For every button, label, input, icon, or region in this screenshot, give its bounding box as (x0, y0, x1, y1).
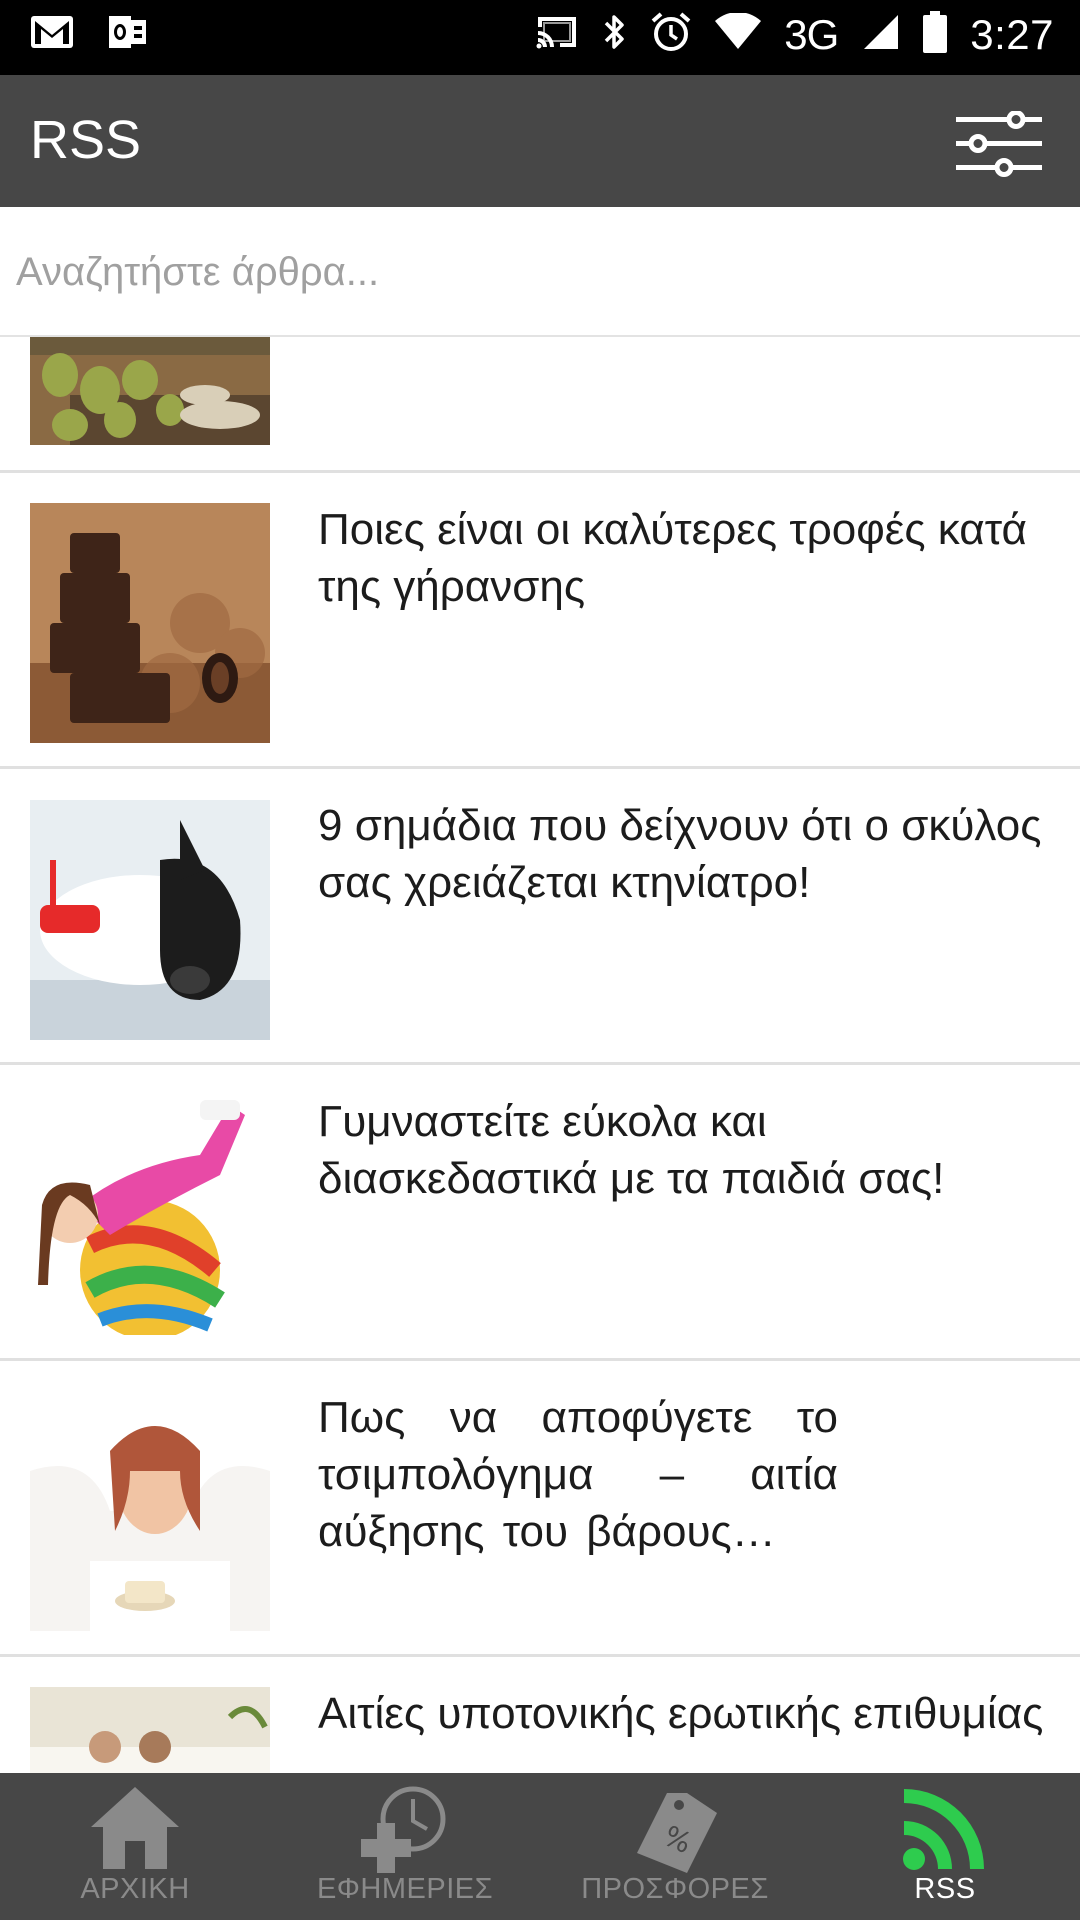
nav-label: ΕΦΗΜΕΡΙΕΣ (316, 1873, 494, 1905)
article-title[interactable]: Πως να αποφύγετε το τσιμπολόγημα – αιτία… (318, 1389, 838, 1560)
article-thumbnail (30, 1391, 270, 1631)
nav-home[interactable]: ΑΡΧΙΚΗ (0, 1773, 270, 1920)
article-thumbnail (30, 800, 270, 1040)
home-icon (91, 1787, 179, 1869)
bottom-navigation: ΑΡΧΙΚΗ ΕΦΗΜΕΡΙΕΣ % ΠΡΟΣΦΟΡΕΣ RSS (0, 1773, 1080, 1920)
nav-label: ΑΡΧΙΚΗ (80, 1873, 190, 1905)
article-title[interactable]: Γυμναστείτε εύκολα και διασκεδαστικά με … (318, 1093, 1048, 1207)
article-title[interactable]: 9 σημάδια που δείχνουν ότι ο σκύλος σας … (318, 797, 1048, 911)
nav-duty-pharmacies[interactable]: ΕΦΗΜΕΡΙΕΣ (270, 1773, 540, 1920)
article-title[interactable]: Ποιες είναι οι καλύτερες τροφές κατά της… (318, 501, 1048, 615)
alarm-icon (650, 11, 692, 58)
discount-tag-icon: % (637, 1793, 717, 1873)
status-bar: 3G 3:27 (0, 0, 1080, 75)
page-title: RSS (30, 110, 142, 170)
nav-label: ΠΡΟΣΦΟΡΕΣ (581, 1873, 769, 1905)
article-thumbnail (30, 1095, 270, 1335)
bluetooth-icon (602, 11, 628, 58)
cast-icon (534, 13, 580, 56)
medical-clock-icon (361, 1786, 446, 1873)
list-item[interactable] (0, 337, 1080, 473)
list-item[interactable]: 9 σημάδια που δείχνουν ότι ο σκύλος σας … (0, 769, 1080, 1065)
wifi-icon (714, 12, 762, 56)
outlook-icon (108, 14, 148, 55)
sliders-icon (956, 110, 1042, 177)
network-type: 3G (784, 10, 839, 58)
filter-button[interactable] (954, 110, 1044, 177)
article-thumbnail (30, 1687, 270, 1773)
battery-icon (922, 10, 948, 59)
list-item[interactable]: Πως να αποφύγετε το τσιμπολόγημα – αιτία… (0, 1361, 1080, 1657)
nav-offers[interactable]: % ΠΡΟΣΦΟΡΕΣ (540, 1773, 810, 1920)
nav-rss[interactable]: RSS (810, 1773, 1080, 1920)
list-item[interactable]: Ποιες είναι οι καλύτερες τροφές κατά της… (0, 473, 1080, 769)
signal-icon (860, 13, 900, 56)
list-item[interactable]: Γυμναστείτε εύκολα και διασκεδαστικά με … (0, 1065, 1080, 1361)
article-thumbnail (30, 503, 270, 743)
app-bar: RSS (0, 75, 1080, 207)
nav-label: RSS (914, 1873, 976, 1905)
search-input[interactable] (14, 241, 1058, 303)
article-title[interactable]: Αιτίες υποτονικής ερωτικής επιθυμίας (318, 1685, 1048, 1742)
gmail-icon (30, 14, 74, 55)
rss-icon (903, 1789, 984, 1870)
clock: 3:27 (970, 10, 1054, 58)
article-list[interactable]: Ποιες είναι οι καλύτερες τροφές κατά της… (0, 337, 1080, 1773)
search-bar (0, 207, 1080, 337)
list-item[interactable]: Αιτίες υποτονικής ερωτικής επιθυμίας (0, 1657, 1080, 1773)
article-thumbnail (30, 337, 270, 445)
